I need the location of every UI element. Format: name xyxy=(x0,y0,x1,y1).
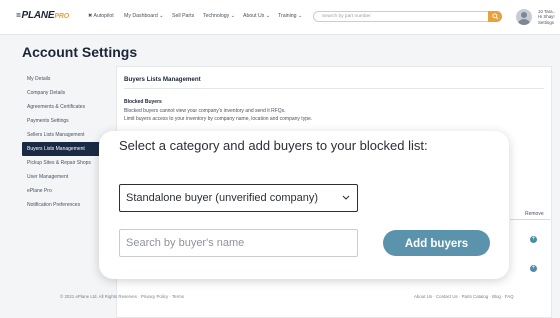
add-row-icon[interactable]: + xyxy=(530,265,537,272)
sidebar-item-eplane-pro[interactable]: ePlane Pro xyxy=(22,184,102,198)
table-header-divider xyxy=(510,219,550,220)
blocked-description-line-1: Blocked buyers cannot view your company'… xyxy=(124,108,286,114)
top-navigation: =PLANEPRO ✖ Autopilot My Dashboard ⌄ Sel… xyxy=(0,0,560,35)
blocked-buyers-heading: Blocked Buyers xyxy=(124,99,162,105)
part-search-placeholder: Search by part number xyxy=(322,14,371,19)
user-avatar[interactable] xyxy=(516,9,532,25)
nav-about-us[interactable]: About Us ⌄ xyxy=(243,13,270,19)
buyer-category-value: Standalone buyer (unverified company) xyxy=(126,192,319,204)
footer-legal[interactable]: © 2021 ePlane Ltd. All Rights Reserves ·… xyxy=(60,294,184,299)
user-settings-link[interactable]: Settings xyxy=(538,20,555,25)
nav-technology[interactable]: Technology ⌄ xyxy=(203,13,235,19)
remove-column-header: Remove xyxy=(525,211,544,217)
sidebar-item-company-details[interactable]: Company Details xyxy=(22,86,102,100)
part-search-input[interactable]: Search by part number xyxy=(313,11,502,22)
buyer-category-select[interactable]: Standalone buyer (unverified company) xyxy=(119,184,358,212)
nav-autopilot[interactable]: ✖ Autopilot xyxy=(88,13,114,19)
user-info[interactable]: 10 Tara.. Hi Shay! Settings xyxy=(538,9,555,25)
eplane-pro-logo[interactable]: =PLANEPRO xyxy=(16,10,69,21)
nav-sell-parts[interactable]: Sell Parts xyxy=(172,13,194,19)
sidebar-item-pickup-sites[interactable]: Pickup Sites & Repair Shops xyxy=(22,156,102,170)
sidebar-item-sellers-lists[interactable]: Sellers Lists Management xyxy=(22,128,102,142)
logo-pro-text: PRO xyxy=(54,13,69,20)
buyer-name-search-input[interactable] xyxy=(119,229,358,257)
sidebar-item-buyers-lists[interactable]: Buyers Lists Management xyxy=(22,142,102,156)
search-button[interactable] xyxy=(488,11,502,22)
nav-training[interactable]: Training ⌄ xyxy=(278,13,302,19)
sidebar-item-my-details[interactable]: My Details xyxy=(22,72,102,86)
nav-my-dashboard[interactable]: My Dashboard ⌄ xyxy=(124,13,164,19)
add-row-icon[interactable]: + xyxy=(530,236,537,243)
add-buyers-button[interactable]: Add buyers xyxy=(383,230,490,256)
blocked-buyers-description: Blocked buyers cannot view your company'… xyxy=(124,108,312,123)
section-title: Buyers Lists Management xyxy=(124,76,201,83)
sidebar-item-user-management[interactable]: User Management xyxy=(22,170,102,184)
blocked-description-line-2: Limit buyers access to your inventory by… xyxy=(124,115,313,122)
footer-links[interactable]: About Us · Contact Us · Parts Catalog · … xyxy=(414,294,514,299)
dialog-title: Select a category and add buyers to your… xyxy=(119,138,428,153)
sidebar-item-agreements[interactable]: Agreements & Certificates xyxy=(22,100,102,114)
search-icon xyxy=(491,13,498,20)
logo-mark: = xyxy=(16,11,21,20)
add-blocked-buyers-dialog: Select a category and add buyers to your… xyxy=(99,131,509,279)
chevron-down-icon xyxy=(342,185,350,221)
sidebar-item-payments[interactable]: Payments Settings xyxy=(22,114,102,128)
page-title: Account Settings xyxy=(22,44,138,60)
logo-text: PLANE xyxy=(21,10,55,21)
section-divider xyxy=(124,88,544,89)
sidebar-item-notification-preferences[interactable]: Notification Preferences xyxy=(22,198,102,212)
settings-sidebar: My Details Company Details Agreements & … xyxy=(22,72,102,212)
